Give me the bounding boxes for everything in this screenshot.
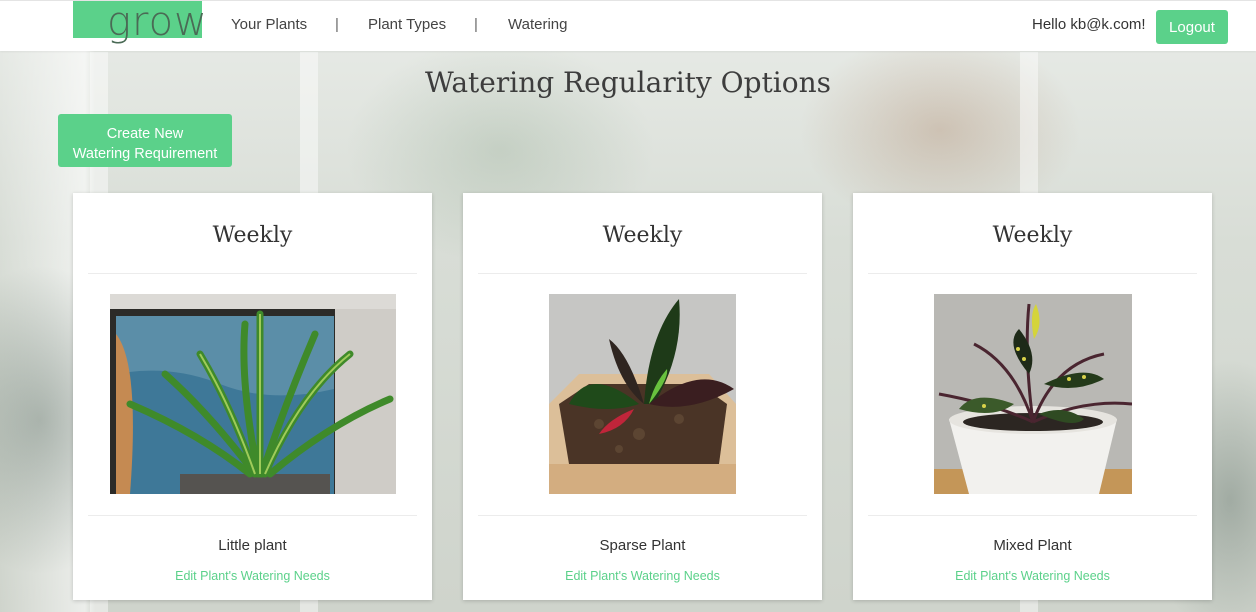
edit-watering-needs-link[interactable]: Edit Plant's Watering Needs <box>73 569 432 583</box>
watering-card: Weekly <box>853 193 1212 600</box>
watering-card: Weekly Sparse Plant Edit Plant's Waterin… <box>463 193 822 600</box>
divider <box>88 273 417 274</box>
user-greeting: Hello kb@k.com! <box>1032 16 1146 33</box>
divider <box>868 273 1197 274</box>
edit-watering-needs-link[interactable]: Edit Plant's Watering Needs <box>463 569 822 583</box>
card-frequency: Weekly <box>602 223 683 248</box>
nav-link-your-plants[interactable]: Your Plants <box>231 16 307 33</box>
plant-photo-croton-pot <box>549 294 736 494</box>
create-button-line1: Create New <box>106 125 184 142</box>
card-frequency: Weekly <box>992 223 1073 248</box>
edit-watering-needs-link[interactable]: Edit Plant's Watering Needs <box>853 569 1212 583</box>
divider <box>868 515 1197 516</box>
logo-text: grow <box>107 0 208 45</box>
page-title: Watering Regularity Options <box>425 66 831 99</box>
nav-link-plant-types[interactable]: Plant Types <box>368 16 446 33</box>
watering-card: Weekly <box>73 193 432 600</box>
navbar: grow Your Plants | Plant Types | Waterin… <box>0 0 1256 51</box>
create-watering-requirement-button[interactable]: Create New Watering Requirement <box>58 114 232 167</box>
logo[interactable]: grow <box>73 0 207 45</box>
create-button-line2: Watering Requirement <box>72 145 218 162</box>
nav-separator: | <box>335 16 339 33</box>
logout-button[interactable]: Logout <box>1156 10 1228 44</box>
plant-name: Little plant <box>218 537 287 554</box>
nav-link-watering[interactable]: Watering <box>508 16 567 33</box>
divider <box>478 273 807 274</box>
plant-photo-dracaena <box>110 294 396 494</box>
nav-separator: | <box>474 16 478 33</box>
plant-photo-croton-white-pot <box>934 294 1132 494</box>
divider <box>88 515 417 516</box>
plant-name: Mixed Plant <box>993 537 1072 554</box>
divider <box>478 515 807 516</box>
plant-name: Sparse Plant <box>599 537 686 554</box>
card-frequency: Weekly <box>212 223 293 248</box>
